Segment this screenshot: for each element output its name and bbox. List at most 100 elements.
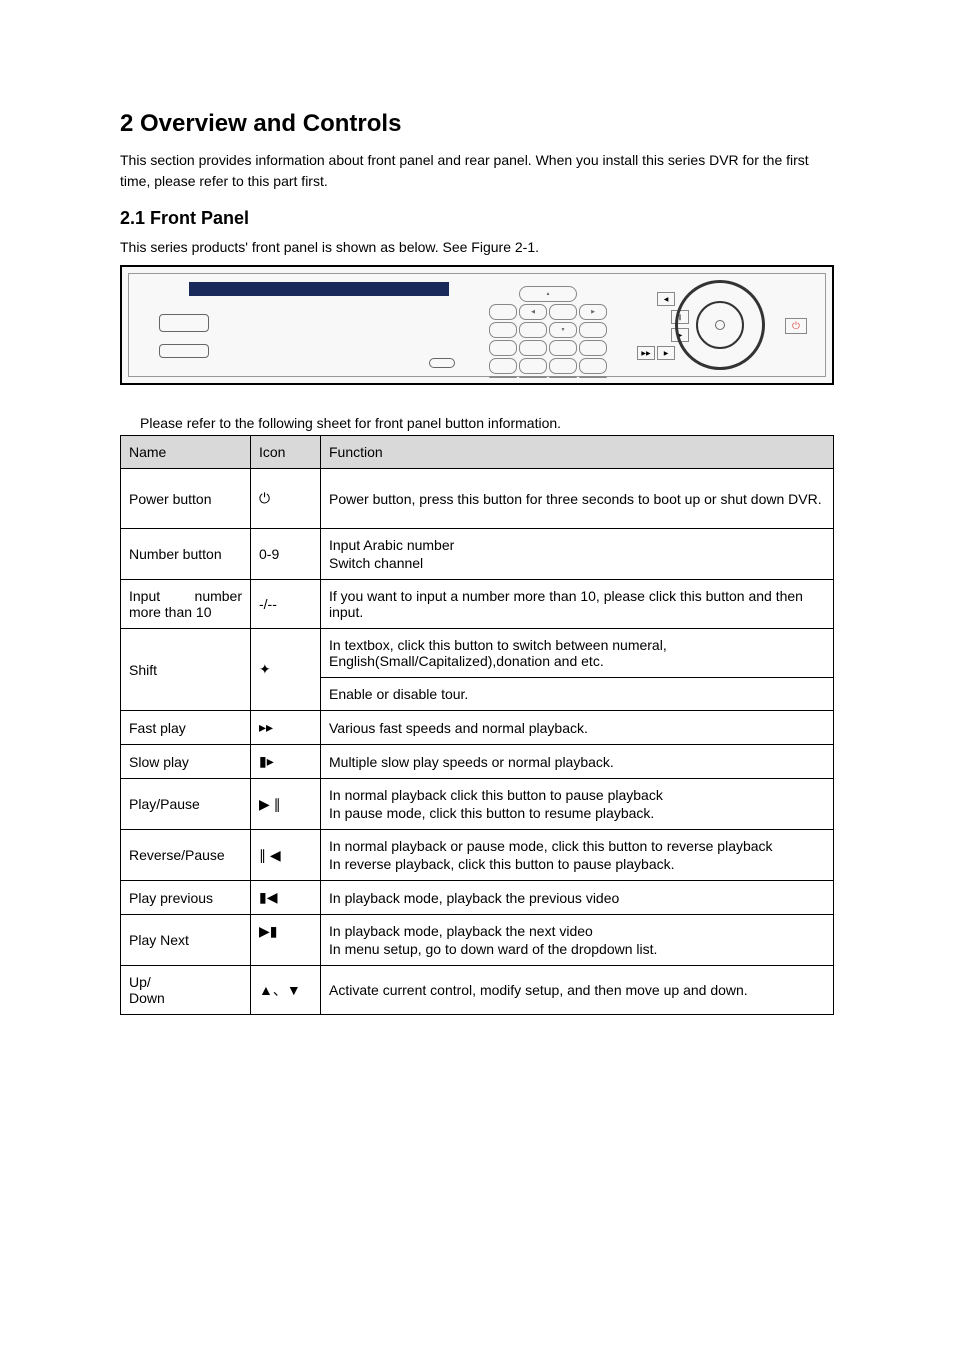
cell-name: Up/ Down — [121, 966, 251, 1015]
reversepause-icon: ∥ ◀ — [251, 830, 321, 881]
updown-icon: ▲、▼ — [251, 966, 321, 1015]
aux-button — [519, 322, 547, 338]
usb-port — [159, 314, 209, 332]
func-line: In normal playback click this button to … — [329, 787, 825, 803]
cell-name: Slow play — [121, 745, 251, 779]
table-row: Play Next ▶▮ In playback mode, playback … — [121, 915, 834, 966]
esc-button — [489, 304, 517, 320]
mult-button — [579, 322, 607, 338]
lock-indicator — [429, 358, 455, 368]
slowplay-icon: ▮▸ — [251, 745, 321, 779]
func-line: Switch channel — [329, 555, 825, 571]
num1-button — [489, 340, 517, 356]
rec-button — [489, 322, 517, 338]
cell-function: Multiple slow play speeds or normal play… — [321, 745, 834, 779]
cell-function: In normal playback or pause mode, click … — [321, 830, 834, 881]
cell-name: Input number more than 10 — [121, 580, 251, 629]
header-icon: Icon — [251, 436, 321, 469]
cell-function: Power button, press this button for thre… — [321, 469, 834, 529]
table-row: Shift ✦ In textbox, click this button to… — [121, 629, 834, 711]
fastplay-icon: ▸▸ — [251, 711, 321, 745]
panel-border: ▲ ◀ ▶ ▼ ◀ ∥ ▶ ▶ ▶▶ — [128, 273, 826, 377]
button-info-table: Name Icon Function Power button ⏻ Power … — [120, 435, 834, 1015]
jog-wheel — [675, 280, 765, 370]
num5-button — [519, 358, 547, 374]
func-line: In reverse playback, click this button t… — [329, 856, 825, 872]
num9-button — [549, 376, 577, 378]
dial-fast: ▶▶ — [637, 346, 655, 360]
func-line: In playback mode, playback the next vide… — [329, 923, 825, 939]
num6-button — [549, 358, 577, 374]
cell-name: Fast play — [121, 711, 251, 745]
func-line: Input Arabic number — [329, 537, 825, 553]
dial-next: ▶ — [657, 346, 675, 360]
table-row: Up/ Down ▲、▼ Activate current control, m… — [121, 966, 834, 1015]
name-part: Input — [129, 588, 160, 604]
section-heading: 2.1 Front Panel — [120, 208, 834, 229]
name-part: number — [195, 588, 242, 604]
func-line: In normal playback or pause mode, click … — [329, 838, 825, 854]
enter-button — [549, 304, 577, 320]
power-icon: ⏻ — [251, 469, 321, 529]
table-row: Slow play ▮▸ Multiple slow play speeds o… — [121, 745, 834, 779]
nav-down-button: ▼ — [549, 322, 577, 338]
cell-function: In playback mode, playback the previous … — [321, 881, 834, 915]
morethan10-icon: -/-- — [251, 580, 321, 629]
front-panel-diagram: ▲ ◀ ▶ ▼ ◀ ∥ ▶ ▶ ▶▶ — [120, 265, 834, 385]
num8-button — [519, 376, 547, 378]
slot — [159, 344, 209, 358]
jog-center — [715, 320, 725, 330]
cell-name: Play Next — [121, 915, 251, 966]
num3-button — [549, 340, 577, 356]
page-heading: 2 Overview and Controls — [120, 110, 834, 138]
intro-paragraph: This section provides information about … — [120, 150, 834, 192]
func-line: In menu setup, go to down ward of the dr… — [329, 941, 825, 957]
cell-name: Reverse/Pause — [121, 830, 251, 881]
num2-button — [519, 340, 547, 356]
nav-left-button: ◀ — [519, 304, 547, 320]
cell-function: In textbox, click this button to switch … — [321, 629, 834, 711]
header-function: Function — [321, 436, 834, 469]
func-line: In textbox, click this button to switch … — [321, 629, 833, 678]
cell-name: Power button — [121, 469, 251, 529]
table-row: Fast play ▸▸ Various fast speeds and nor… — [121, 711, 834, 745]
jog-inner — [696, 301, 744, 349]
table-row: Number button 0-9 Input Arabic number Sw… — [121, 529, 834, 580]
cell-name: Shift — [121, 629, 251, 711]
table-row: Power button ⏻ Power button, press this … — [121, 469, 834, 529]
nav-up-button: ▲ — [519, 286, 577, 302]
func-line: In pause mode, click this button to resu… — [329, 805, 825, 821]
table-row: Play/Pause ▶ ∥ In normal playback click … — [121, 779, 834, 830]
cell-function: In normal playback click this button to … — [321, 779, 834, 830]
cell-function: Activate current control, modify setup, … — [321, 966, 834, 1015]
table-row: Input number more than 10 -/-- If you wa… — [121, 580, 834, 629]
playnext-icon: ▶▮ — [251, 915, 321, 966]
number-icon: 0-9 — [251, 529, 321, 580]
indicator-strip — [189, 282, 449, 296]
header-name: Name — [121, 436, 251, 469]
section-subtext: This series products' front panel is sho… — [120, 239, 834, 255]
table-row: Play previous ▮◀ In playback mode, playb… — [121, 881, 834, 915]
cell-function: Various fast speeds and normal playback. — [321, 711, 834, 745]
power-button-icon: ⏻ — [785, 318, 807, 334]
playprev-icon: ▮◀ — [251, 881, 321, 915]
num0-button — [579, 376, 607, 378]
table-header-row: Name Icon Function — [121, 436, 834, 469]
button-grid: ▲ ◀ ▶ ▼ — [489, 286, 607, 378]
cell-function: In playback mode, playback the next vide… — [321, 915, 834, 966]
name-part: Up/ — [129, 974, 242, 990]
cell-function: Input Arabic number Switch channel — [321, 529, 834, 580]
name-part: more than 10 — [129, 604, 242, 620]
cell-function: If you want to input a number more than … — [321, 580, 834, 629]
fn-button — [579, 340, 607, 356]
cell-name: Play/Pause — [121, 779, 251, 830]
nav-right-button: ▶ — [579, 304, 607, 320]
shift-icon: ✦ — [251, 629, 321, 711]
table-caption: Please refer to the following sheet for … — [140, 415, 834, 431]
cell-name: Number button — [121, 529, 251, 580]
table-row: Reverse/Pause ∥ ◀ In normal playback or … — [121, 830, 834, 881]
shift-button — [579, 358, 607, 374]
num4-button — [489, 358, 517, 374]
num7-button — [489, 376, 517, 378]
func-line: Enable or disable tour. — [321, 678, 833, 710]
